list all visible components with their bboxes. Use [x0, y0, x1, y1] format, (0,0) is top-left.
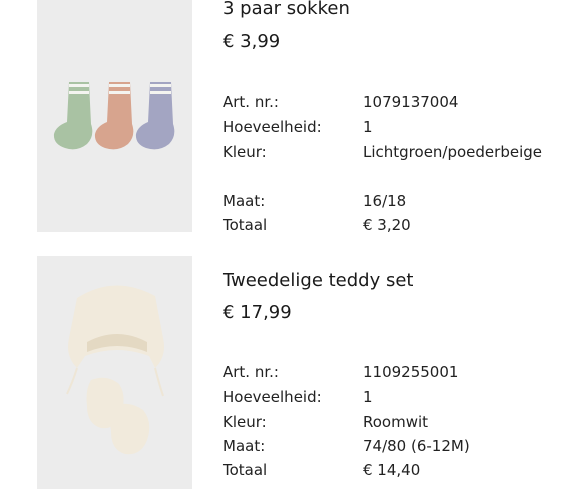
teddy-hat-mittens-image [37, 256, 192, 489]
total-value: € 3,20 [363, 216, 411, 234]
product-price: € 3,99 [223, 31, 281, 52]
quantity-value: 1 [363, 388, 373, 406]
quantity-label: Hoeveelheid: [223, 118, 322, 136]
size-value: 16/18 [363, 192, 407, 210]
color-value: Roomwit [363, 413, 429, 431]
article-number-label: Art. nr.: [223, 93, 279, 111]
socks-image [37, 0, 192, 232]
product-image-socks[interactable] [37, 0, 192, 232]
product-name[interactable]: Tweedelige teddy set [223, 270, 413, 291]
total-label: Totaal [223, 216, 268, 234]
total-label: Totaal [223, 461, 268, 479]
size-label: Maat: [223, 192, 266, 210]
article-number-value: 1109255001 [363, 363, 459, 381]
color-value: Lichtgroen/poederbeige [363, 143, 542, 161]
size-label: Maat: [223, 437, 266, 455]
product-name[interactable]: 3 paar sokken [223, 0, 350, 19]
order-item-socks: 3 paar sokken € 3,99 Art. nr.: 107913700… [0, 0, 576, 234]
color-label: Kleur: [223, 413, 267, 431]
article-number-value: 1079137004 [363, 93, 459, 111]
product-image-teddy-set[interactable] [37, 256, 192, 489]
total-value: € 14,40 [363, 461, 421, 479]
color-label: Kleur: [223, 143, 267, 161]
order-item-teddy-set: Tweedelige teddy set € 17,99 Art. nr.: 1… [0, 256, 576, 489]
article-number-label: Art. nr.: [223, 363, 279, 381]
quantity-label: Hoeveelheid: [223, 388, 322, 406]
size-value: 74/80 (6-12M) [363, 437, 470, 455]
quantity-value: 1 [363, 118, 373, 136]
product-price: € 17,99 [223, 302, 292, 323]
